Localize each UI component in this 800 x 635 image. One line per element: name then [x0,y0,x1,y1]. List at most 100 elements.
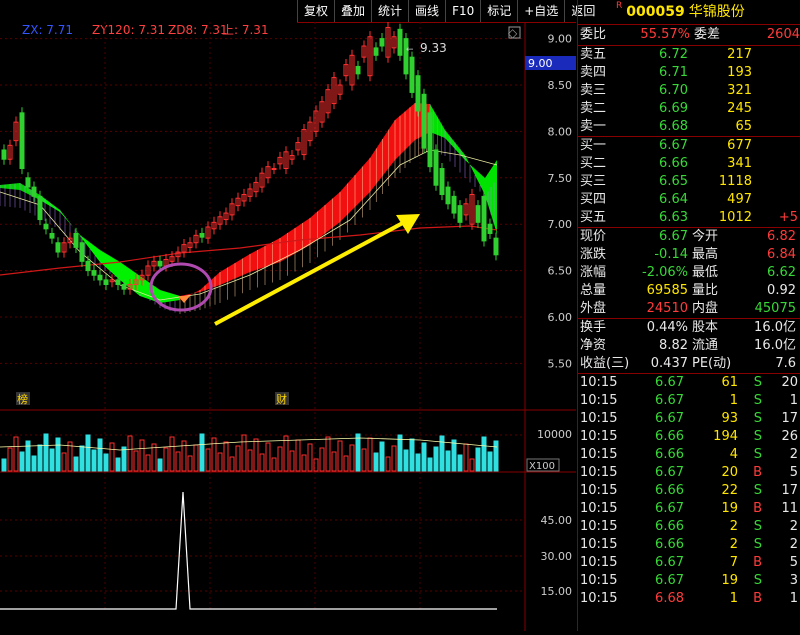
tick-count: 11 [781,501,798,516]
ask-level: 卖一 6.68 65 [578,118,800,136]
indicator-line [0,491,497,610]
tick-list[interactable]: 10:15 6.67 61 S 20 10:15 6.67 1 S 1 10:15 6.67 93 S 17… [578,373,800,608]
volume-bar [97,438,103,472]
quote-value: 6.84 [767,247,796,262]
tick-price: 6.67 [655,465,684,480]
volume-bar [391,445,397,472]
bid-label: 买三 [580,174,607,189]
toolbar-button-3[interactable]: 画线 [408,0,445,22]
tick-row: 10:15 6.67 19 S 3 [578,572,800,590]
kline-svg[interactable]: 9.00 8.50 8.00 7.50 7.00 6.50 6.00 5.50 10000 X10… [0,21,576,631]
toolbar-button-4[interactable]: F10 [445,0,480,22]
volume-bar [343,455,349,472]
candle-body [409,56,415,93]
volume-bar [37,444,43,472]
toolbar-button-5[interactable]: 标记 [480,0,517,22]
tick-count: 20 [781,375,798,390]
quote-value: 45075 [754,301,796,316]
volume-bar [259,453,265,472]
quote-value: 69585 [646,283,688,298]
candle-body [103,279,109,286]
volume-bar [265,442,271,472]
volume-bar [55,437,61,472]
volume-bar [175,451,181,472]
peak-label: 9.33 [420,41,447,55]
fund-value: 7.6 [775,356,796,371]
ask-level: 卖五 6.72 217 [578,46,800,64]
tick-volume: 22 [721,483,738,498]
quote-value: 6.82 [767,229,796,244]
vol-unit-label: X100 [529,461,555,472]
bid-change: +5 [778,210,798,225]
volume-bar [457,454,463,472]
volume-bar [121,446,127,472]
tick-time: 10:15 [580,519,618,534]
volume-bar [337,440,343,472]
toolbar-button-0[interactable]: 复权 [297,0,334,22]
fundamentals: 换手 0.44% 股本 16.0亿 净资 8.82 流通 16.0亿 收益(三) 0.437 PE(… [578,318,800,373]
candle-body [121,284,127,290]
fund-label: 收益(三) [580,356,630,371]
volume-bar [253,438,259,472]
candle-body [79,242,85,262]
tick-volume: 2 [729,519,738,534]
bid-price: 6.65 [659,174,688,189]
price-tick-label: 7.00 [548,218,573,231]
fund-value: 8.82 [659,338,688,353]
tick-time: 10:15 [580,429,618,444]
fund-value: 0.44% [646,320,688,335]
tick-price: 6.67 [655,555,684,570]
candle-body [481,195,487,242]
fund-label: 股本 [692,320,719,335]
quote-label: 现价 [580,229,607,244]
candle-body [115,279,121,286]
vol-tick-label: 10000 [537,428,572,441]
tick-row: 10:15 6.67 61 S 20 [578,374,800,392]
volume-bar [451,439,457,472]
tick-count: 2 [789,447,798,462]
quote-label: 最低 [692,265,719,280]
volume-bar [163,447,169,472]
tick-volume: 2 [729,537,738,552]
tick-time: 10:15 [580,447,618,462]
tick-count: 1 [789,591,798,606]
volume-bar [427,457,433,472]
tick-row: 10:15 6.67 7 B 5 [578,554,800,572]
tick-volume: 4 [729,447,738,462]
tick-time: 10:15 [580,483,618,498]
volume-bar [481,436,487,472]
ask-label: 卖五 [580,47,607,62]
volume-bar [49,448,55,472]
volume-bar [25,440,31,472]
price-cursor-label: 9.00 [528,57,553,70]
tick-side: S [753,573,762,588]
bid-level: 买五 6.63 1012 +5 [578,209,800,227]
bid-label: 买四 [580,192,607,207]
toolbar-button-6[interactable]: +自选 [517,0,564,22]
weibi-label: 委比 [580,27,607,42]
volume-bar [439,435,445,472]
ask-price: 6.71 [659,65,688,80]
tick-row: 10:15 6.66 4 S 2 [578,446,800,464]
kline-chart-area[interactable]: 9.00 8.50 8.00 7.50 7.00 6.50 6.00 5.50 10000 X10… [0,21,576,631]
bid-price: 6.66 [659,156,688,171]
price-tick-label: 6.00 [548,311,573,324]
candle-body [55,242,61,253]
volume-bar [43,433,49,472]
bid-volume: 1118 [718,174,752,189]
volume-bar [367,437,373,472]
quote-label: 今开 [692,229,719,244]
bid-price: 6.67 [659,138,688,153]
tick-count: 1 [789,393,798,408]
candle-body [85,260,91,272]
tick-time: 10:15 [580,537,618,552]
candle-body [31,186,37,197]
weibi-row: 委比 55.57% 委差 2604 [578,25,800,45]
tick-price: 6.67 [655,501,684,516]
volume-bar [433,446,439,472]
tick-side: B [753,501,762,516]
tick-price: 6.66 [655,519,684,534]
toolbar-button-2[interactable]: 统计 [371,0,408,22]
tick-volume: 93 [721,411,738,426]
toolbar-button-1[interactable]: 叠加 [334,0,371,22]
